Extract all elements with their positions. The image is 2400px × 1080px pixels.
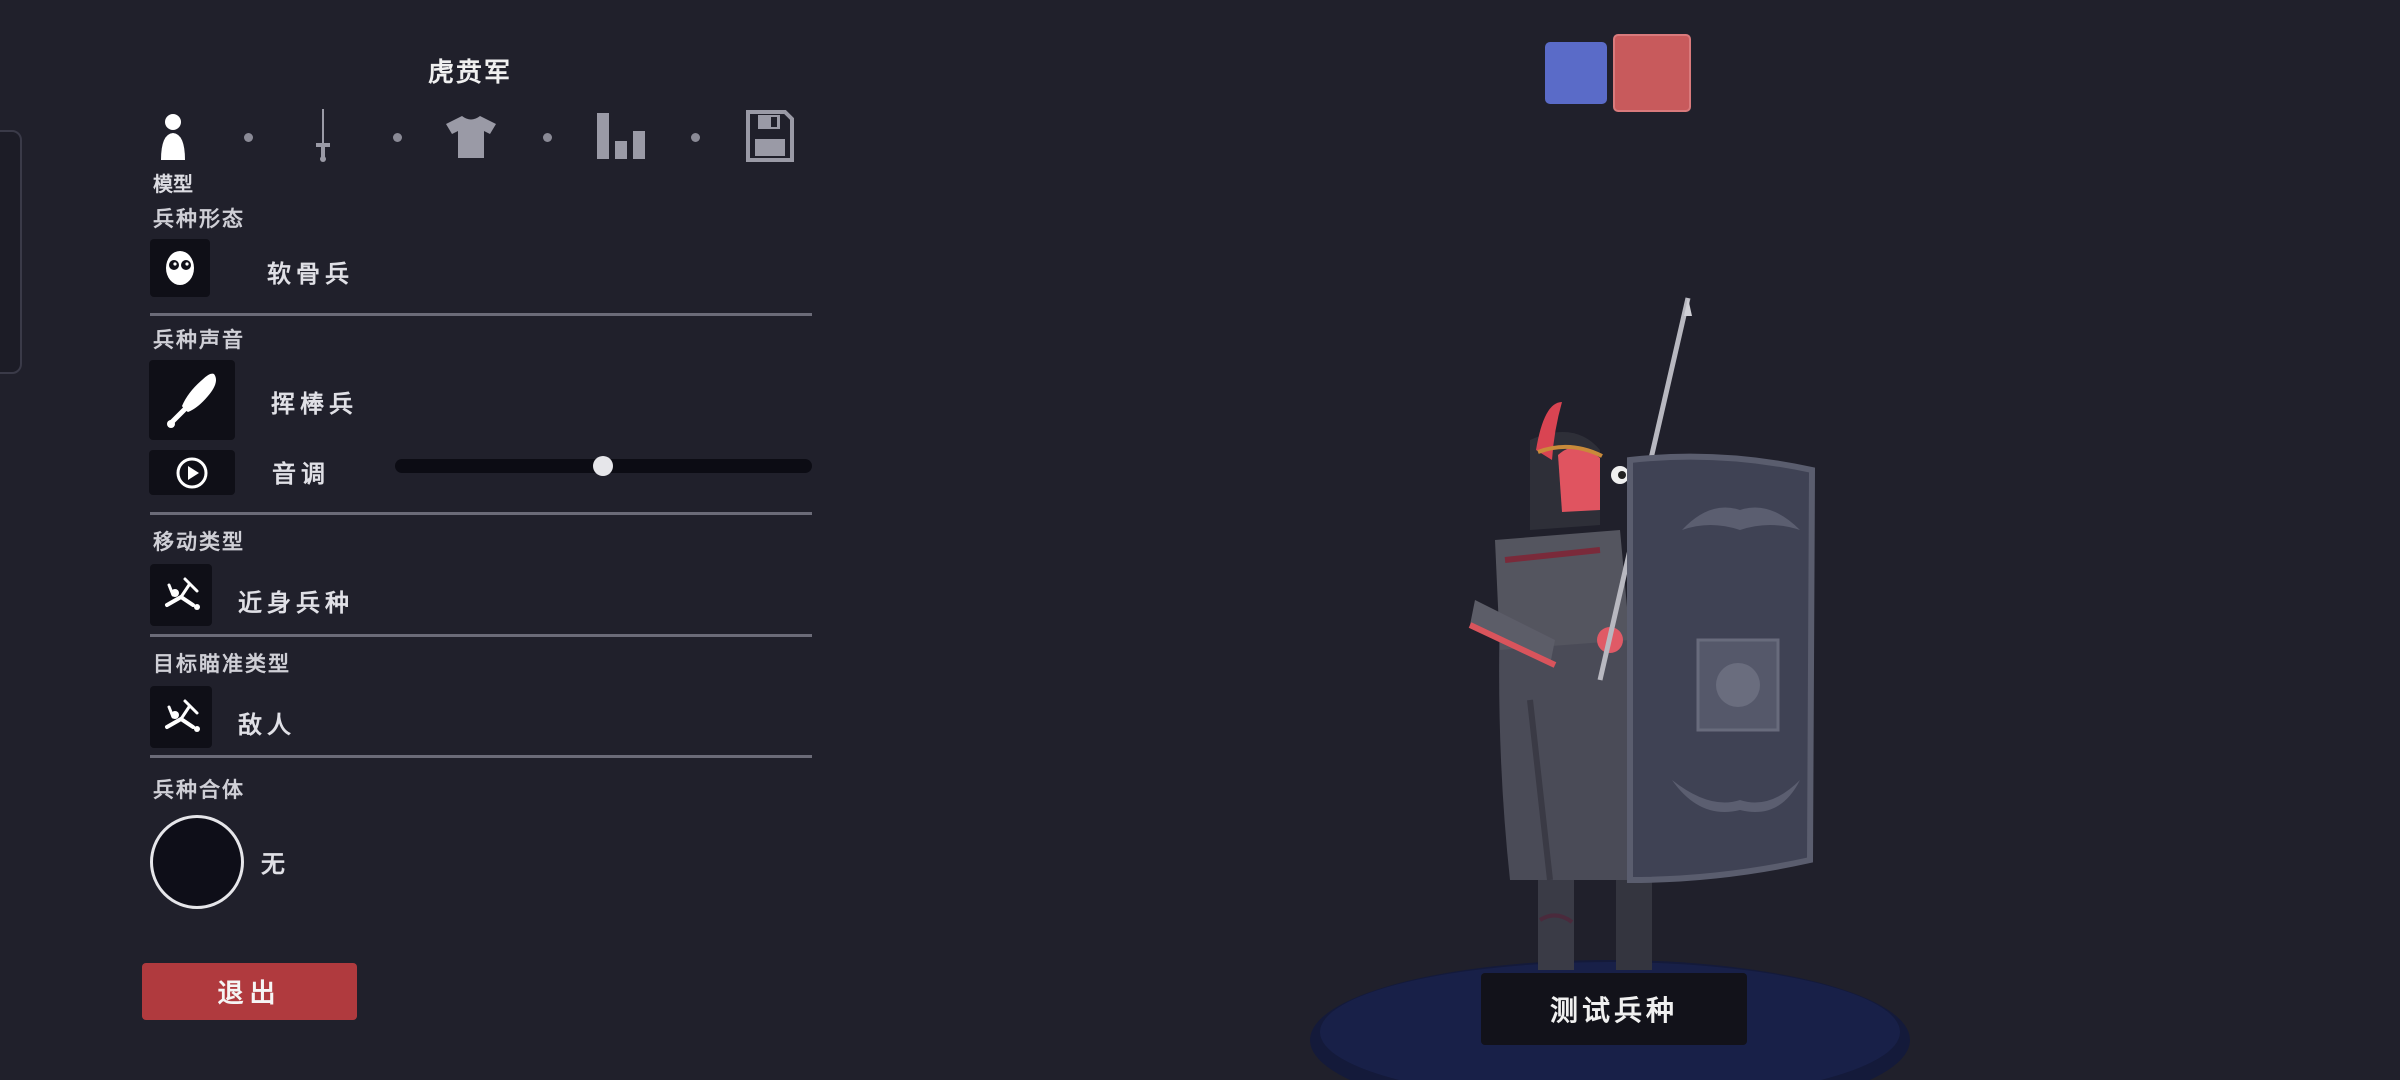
test-unit-button[interactable]: 测试兵种 [1481,973,1747,1045]
section-divider [150,512,812,515]
tab-stats[interactable] [594,110,648,162]
unit-form-selector[interactable] [150,239,210,297]
tab-separator-dot [691,133,700,142]
movement-type-value: 近身兵种 [238,589,354,617]
sword-icon [316,109,330,162]
target-type-value: 敌人 [238,711,296,739]
section-divider [150,313,812,316]
shirt-icon [446,116,496,158]
play-voice-button[interactable] [149,450,235,495]
pitch-label: 音调 [272,460,330,488]
unit-name-title: 虎贲军 [427,58,512,88]
movement-type-selector[interactable] [150,564,212,626]
tab-separator-dot [543,133,552,142]
unit-combine-value: 无 [261,850,290,878]
exit-button[interactable]: 退出 [142,963,357,1020]
play-icon [176,457,208,488]
section-divider [150,634,812,637]
tab-save[interactable] [744,108,796,164]
unit-preview-model [1310,297,1910,1080]
team-blue-button[interactable] [1545,42,1607,104]
unit-combine-selector[interactable] [150,815,244,909]
team-red-button[interactable] [1613,34,1691,112]
save-icon [746,110,794,162]
tab-clothing[interactable] [443,112,499,160]
section-divider [150,755,812,758]
tab-separator-dot [393,133,402,142]
melee-unit-icon [165,699,200,732]
unit-form-label: 兵种形态 [153,207,245,231]
unit-voice-selector[interactable] [149,360,235,440]
tab-separator-dot [244,133,253,142]
tab-weapons[interactable] [303,108,343,164]
active-tab-label: 模型 [153,172,193,196]
target-type-selector[interactable] [150,686,212,748]
pitch-slider-thumb[interactable] [593,456,613,476]
unit-voice-label: 兵种声音 [153,328,245,352]
person-icon [161,114,185,160]
target-type-label: 目标瞄准类型 [153,652,291,676]
movement-type-label: 移动类型 [153,530,245,554]
unit-combine-label: 兵种合体 [153,778,245,802]
ragdoll-face-icon [166,251,194,285]
tab-model[interactable] [153,110,193,164]
unit-form-value: 软骨兵 [267,260,354,288]
unit-voice-value: 挥棒兵 [271,390,358,418]
side-drawer-tab[interactable] [0,130,22,374]
stats-icon [597,113,645,159]
melee-unit-icon [165,577,200,610]
club-icon [167,373,216,428]
